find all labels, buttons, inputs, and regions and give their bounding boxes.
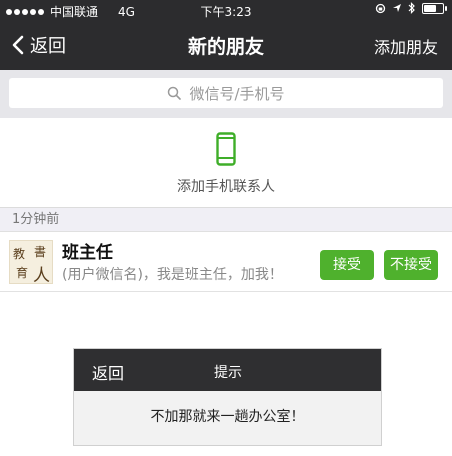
avatar-char-2: 書	[34, 245, 47, 259]
accept-button[interactable]: 接受	[320, 250, 374, 280]
status-bar: 中国联通 4G 下午3:23	[0, 0, 452, 22]
search-placeholder: 微信号/手机号	[189, 84, 285, 103]
avatar-char-3: 育	[16, 266, 29, 280]
reject-button[interactable]: 不接受	[384, 250, 438, 280]
add-phone-contacts[interactable]: 添加手机联系人	[0, 118, 452, 208]
screen: 中国联通 4G 下午3:23 返回 新的朋友 添加朋友 微信号/手机号 添加手机…	[0, 0, 452, 456]
status-right	[375, 2, 447, 14]
add-friend-button[interactable]: 添加朋友	[374, 34, 438, 58]
phone-icon	[216, 132, 236, 166]
alert-dialog: 返回 提示 不加那就来一趟办公室！	[73, 348, 382, 446]
bluetooth-icon	[408, 2, 415, 14]
avatar: 教 書 育 人	[9, 240, 53, 286]
friend-request-row[interactable]: 教 書 育 人 班主任 (用户微信名)，我是班主任，加我！ 接受 不接受	[0, 232, 452, 292]
avatar-char-1: 教	[13, 247, 26, 261]
battery-icon	[422, 2, 447, 14]
dialog-back-button[interactable]: 返回	[92, 360, 124, 384]
orientation-lock-icon	[375, 3, 386, 13]
search-icon	[168, 86, 182, 100]
navigation-bar: 返回 新的朋友 添加朋友	[0, 22, 452, 70]
section-header: 1分钟前	[0, 208, 452, 232]
dialog-title: 提示	[214, 365, 242, 381]
avatar-char-4: 人	[33, 266, 50, 286]
search-input[interactable]: 微信号/手机号	[9, 78, 443, 108]
top-bar: 中国联通 4G 下午3:23 返回 新的朋友 添加朋友	[0, 0, 452, 70]
dialog-message: 不加那就来一趟办公室！	[150, 409, 305, 425]
add-phone-contacts-label: 添加手机联系人	[177, 179, 275, 195]
location-icon	[393, 4, 401, 12]
request-message: (用户微信名)，我是班主任，加我！	[62, 267, 283, 283]
search-bar: 微信号/手机号	[0, 70, 452, 118]
requester-name: 班主任	[62, 243, 113, 263]
dialog-header: 返回 提示	[74, 349, 381, 391]
